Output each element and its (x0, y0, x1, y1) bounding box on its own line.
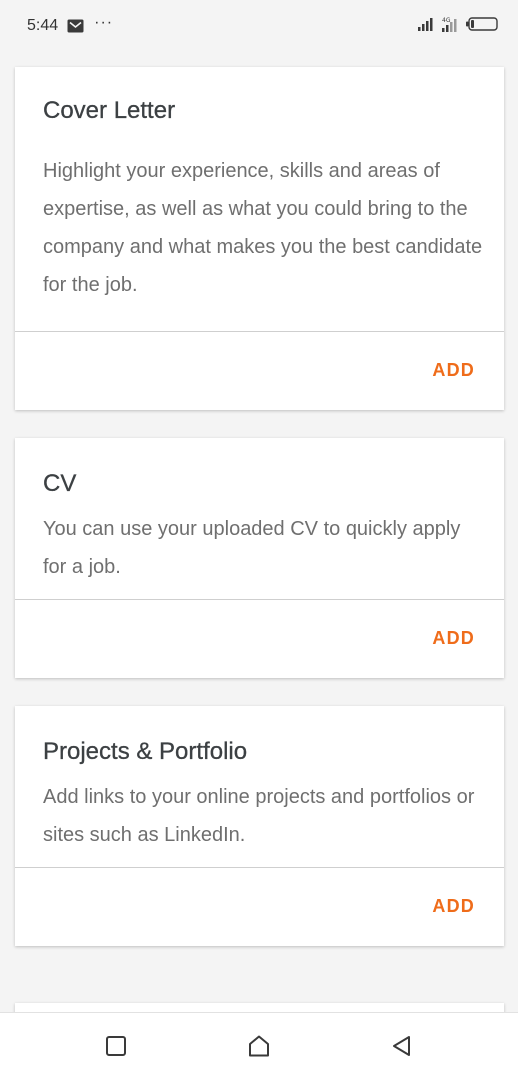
signal-icon (418, 17, 436, 36)
screen: 5:44 ··· 4G Cover Letter Highlight your … (0, 0, 518, 1080)
home-icon[interactable] (246, 1033, 272, 1059)
status-bar: 5:44 ··· 4G (0, 0, 518, 52)
mail-icon (67, 19, 84, 33)
status-right-icons: 4G (418, 16, 498, 37)
card-title: Cover Letter (43, 97, 176, 124)
status-time: 5:44 (27, 17, 59, 34)
add-projects-button[interactable]: ADD (432, 896, 475, 917)
add-cv-button[interactable]: ADD (432, 628, 475, 649)
signal-icon: 4G (442, 16, 460, 37)
more-dots-icon: ··· (94, 14, 114, 31)
card-title: CV (43, 470, 77, 497)
svg-text:4G: 4G (442, 17, 451, 24)
divider (15, 599, 504, 600)
divider (15, 867, 504, 868)
battery-icon (466, 16, 498, 36)
divider (15, 331, 504, 332)
recents-square-icon[interactable] (103, 1033, 129, 1059)
cv-card: CV You can use your uploaded CV to quick… (15, 438, 504, 678)
card-description: Add links to your online projects and po… (43, 786, 475, 846)
projects-portfolio-card: Projects & Portfolio Add links to your o… (15, 706, 504, 946)
add-cover-letter-button[interactable]: ADD (432, 360, 475, 381)
card-description: Highlight your experience, skills and ar… (43, 160, 483, 296)
card-description: You can use your uploaded CV to quickly … (43, 518, 461, 578)
back-triangle-icon[interactable] (389, 1033, 415, 1059)
system-nav-bar (0, 1012, 518, 1080)
cover-letter-card: Cover Letter Highlight your experience, … (15, 67, 504, 410)
card-title: Projects & Portfolio (43, 738, 248, 765)
